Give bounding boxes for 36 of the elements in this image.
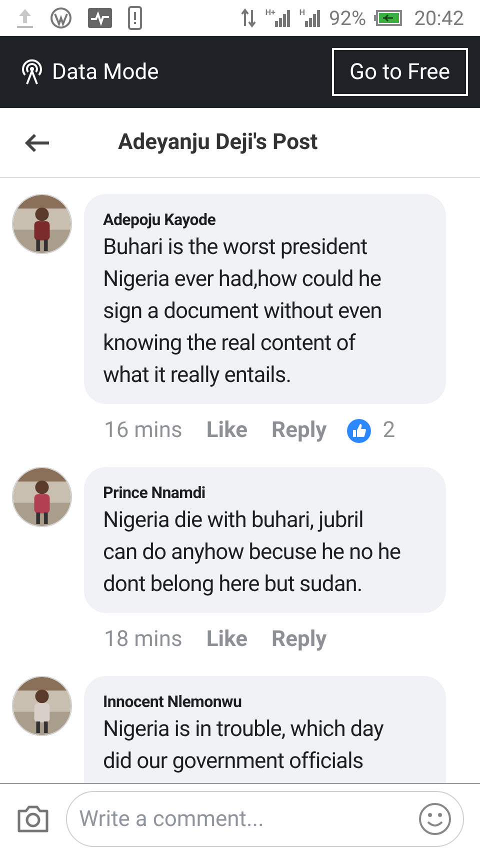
comment-text: can do anyhow becuse he no he	[103, 539, 402, 567]
comment-text: Nigeria die with buhari, jubril	[103, 507, 364, 535]
upload-icon	[16, 7, 34, 29]
comment-text: Nigeria ever had,how could he	[103, 266, 382, 294]
thumbs-up-icon	[346, 418, 371, 442]
camera-icon[interactable]	[16, 804, 50, 834]
phone-alert-icon	[128, 6, 142, 30]
network-type-label: H+	[265, 9, 276, 17]
network-type-label: H	[299, 9, 306, 17]
data-transfer-icon	[241, 8, 258, 28]
go-to-free-button[interactable]: Go to Free	[332, 48, 468, 96]
clock-time: 20:42	[414, 5, 464, 32]
comment-text: did our government officials	[103, 748, 364, 776]
signal-icon	[305, 9, 322, 27]
reaction-count: 2	[382, 417, 396, 445]
comment-time: 18 mins	[104, 626, 182, 654]
comment-text: Nigeria is in trouble, which day	[103, 716, 384, 744]
comment-text: sign a document without even	[103, 298, 383, 326]
activity-icon	[88, 8, 112, 28]
emoji-icon[interactable]	[418, 802, 452, 836]
comment-text: what it really entails.	[103, 362, 292, 390]
comment-author[interactable]: Adepoju Kayode	[103, 208, 430, 232]
back-arrow-icon[interactable]	[24, 132, 50, 152]
battery-charging-icon	[374, 10, 402, 26]
comment-text: knowing the real content of	[103, 330, 357, 358]
comment-text: dont belong here but sudan.	[103, 571, 364, 599]
post-title: Adeyanju Deji's Post	[118, 129, 318, 157]
broadcast-icon	[20, 59, 44, 85]
comment-text: Buhari is the worst president	[103, 234, 368, 262]
comment-author[interactable]: Prince Nnamdi	[103, 481, 430, 505]
signal-icon	[275, 9, 292, 27]
comment-input[interactable]: Write a comment...	[66, 791, 464, 847]
battery-percent: 92%	[329, 5, 366, 32]
comment-author[interactable]: Innocent Nlemonwu	[103, 690, 430, 714]
comment-time: 16 mins	[104, 417, 182, 445]
data-mode-label: Data Mode	[52, 58, 159, 86]
